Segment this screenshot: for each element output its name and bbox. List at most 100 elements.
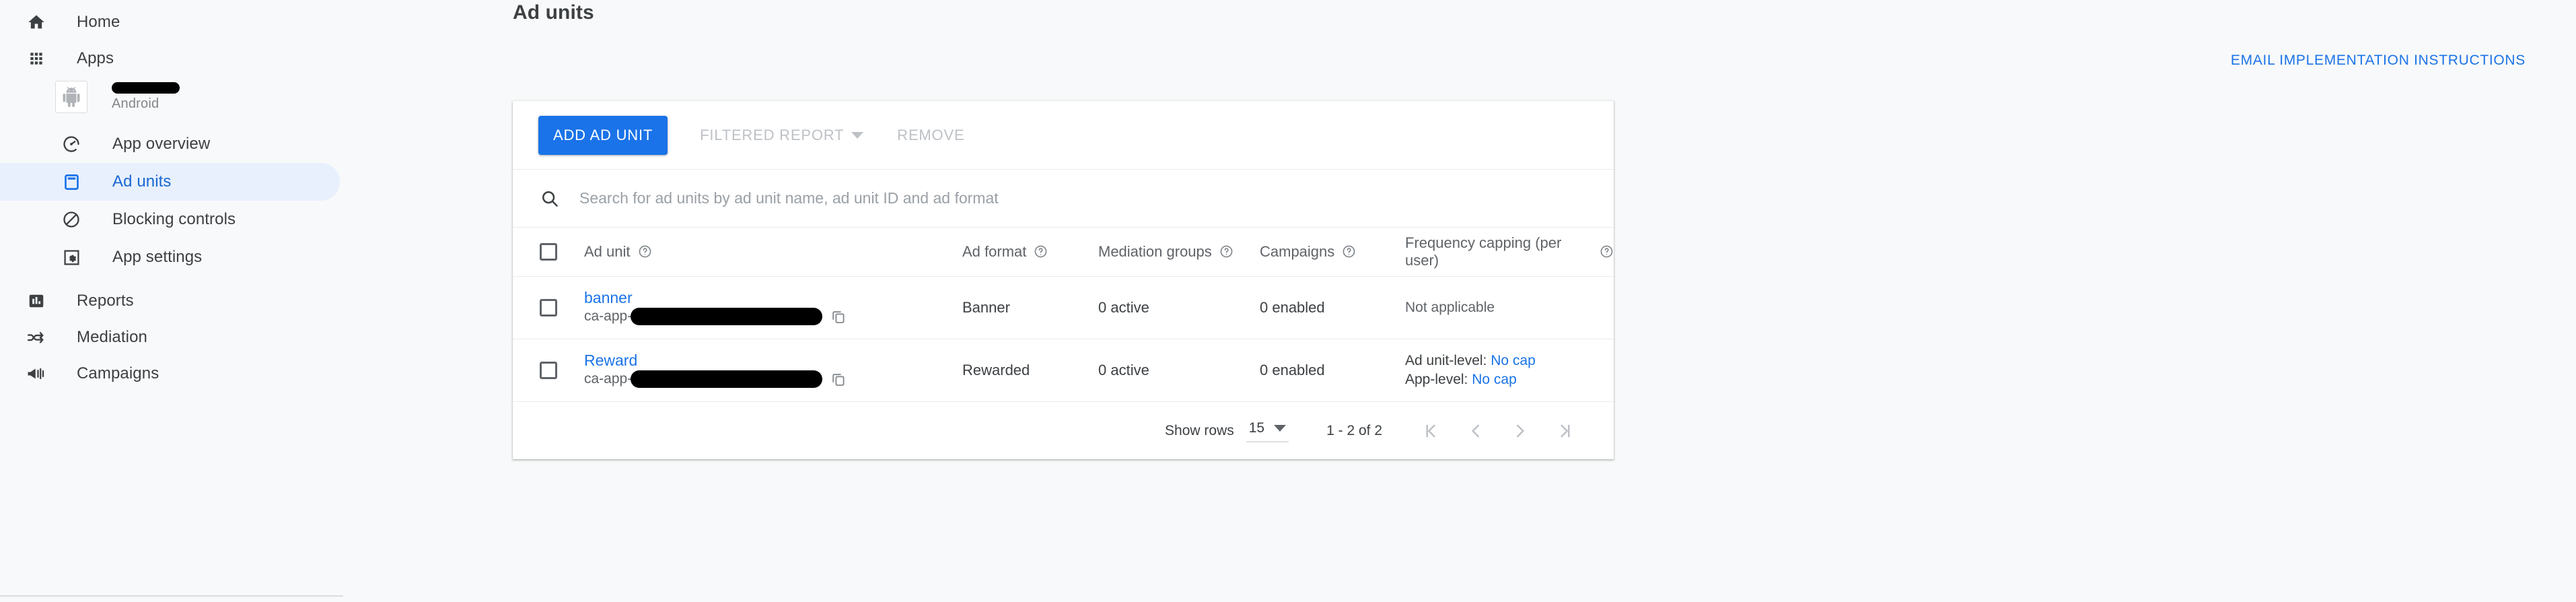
ad-unit-level-frequency: Ad unit-level: No cap xyxy=(1405,352,1614,370)
bar-chart-icon xyxy=(20,292,52,310)
app-level-value-link[interactable]: No cap xyxy=(1472,372,1517,387)
column-frequency-capping-label: Frequency capping (per user) xyxy=(1405,234,1562,269)
add-ad-unit-button[interactable]: ADD AD UNIT xyxy=(538,115,668,155)
current-app-chip[interactable]: Android xyxy=(0,79,343,121)
ad-unit-id-row: ca-app- xyxy=(584,370,962,389)
sidebar-item-ad-units-label: Ad units xyxy=(112,172,172,191)
column-frequency-capping[interactable]: Frequency capping (per user) xyxy=(1405,228,1614,276)
prev-page-icon[interactable] xyxy=(1454,409,1498,453)
row-ad-format-cell: Rewarded xyxy=(962,338,1098,401)
android-icon xyxy=(55,81,87,113)
row-campaigns-cell: 0 enabled xyxy=(1260,338,1405,401)
sidebar-item-campaigns[interactable]: Campaigns xyxy=(0,356,343,392)
row-checkbox[interactable] xyxy=(540,298,557,316)
sidebar-divider xyxy=(0,595,343,597)
ad-unit-id-prefix: ca-app- xyxy=(584,308,633,325)
adsense-admob-ad-units-page: Home Apps Android App overview Ad units … xyxy=(0,0,2576,602)
copy-icon[interactable] xyxy=(830,308,847,325)
table-header-row: Ad unit Ad format Mediation groups Campa… xyxy=(513,228,1614,276)
search-icon xyxy=(540,189,563,209)
help-icon[interactable] xyxy=(1034,244,1048,259)
row-frequency-capping-cell: Not applicable xyxy=(1405,275,1614,339)
email-implementation-instructions-link[interactable]: EMAIL IMPLEMENTATION INSTRUCTIONS xyxy=(2231,53,2526,69)
help-icon[interactable] xyxy=(1342,244,1356,259)
remove-button[interactable]: REMOVE xyxy=(885,116,976,155)
megaphone-icon xyxy=(20,364,52,384)
sidebar-item-apps[interactable]: Apps xyxy=(0,40,343,77)
column-ad-format[interactable]: Ad format xyxy=(962,228,1098,276)
sidebar-item-ad-units[interactable]: Ad units xyxy=(0,163,340,201)
row-mediation-groups-cell: 0 active xyxy=(1098,275,1260,339)
select-all-header xyxy=(513,228,584,276)
speedometer-icon xyxy=(55,135,87,154)
ad-units-table: Ad unit Ad format Mediation groups Campa… xyxy=(513,228,1614,401)
row-ad-format-cell: Banner xyxy=(962,275,1098,339)
ad-unit-name-link[interactable]: Reward xyxy=(584,352,962,369)
row-select-cell xyxy=(513,338,584,401)
ad-unit-id-row: ca-app- xyxy=(584,308,962,326)
column-campaigns-label: Campaigns xyxy=(1260,242,1335,260)
rows-per-page-select[interactable]: 15 xyxy=(1246,419,1289,442)
app-platform-label: Android xyxy=(112,96,159,111)
ad-unit-level-value-link[interactable]: No cap xyxy=(1491,353,1536,368)
block-icon xyxy=(55,210,87,229)
pagination-range-label: 1 - 2 of 2 xyxy=(1326,422,1382,438)
first-page-icon[interactable] xyxy=(1409,409,1454,453)
ad-units-card: ADD AD UNIT FILTERED REPORT REMOVE Searc… xyxy=(513,101,1614,459)
column-ad-format-label: Ad format xyxy=(962,242,1027,260)
sidebar-item-reports-label: Reports xyxy=(77,292,134,310)
sidebar-item-mediation[interactable]: Mediation xyxy=(0,319,343,356)
chevron-down-icon xyxy=(1274,425,1287,432)
row-checkbox[interactable] xyxy=(540,361,557,379)
table-row[interactable]: Reward ca-app- Rewarded 0 active 0 enabl… xyxy=(513,338,1614,401)
ad-unit-icon xyxy=(55,173,87,191)
next-page-icon[interactable] xyxy=(1498,409,1542,453)
sidebar-item-app-overview[interactable]: App overview xyxy=(0,125,340,163)
app-name-redaction xyxy=(112,82,180,94)
row-frequency-capping-cell: Ad unit-level: No cap App-level: No cap xyxy=(1405,338,1614,401)
help-icon[interactable] xyxy=(1219,244,1233,259)
sidebar-item-home[interactable]: Home xyxy=(0,4,343,40)
column-campaigns[interactable]: Campaigns xyxy=(1260,228,1405,276)
sidebar-item-reports[interactable]: Reports xyxy=(0,283,343,319)
rows-per-page-value: 15 xyxy=(1248,420,1265,436)
left-sidebar: Home Apps Android App overview Ad units … xyxy=(0,0,343,602)
ad-units-toolbar: ADD AD UNIT FILTERED REPORT REMOVE xyxy=(513,101,1614,169)
table-row[interactable]: banner ca-app- Banner 0 active 0 enabled… xyxy=(513,275,1614,339)
sidebar-item-blocking-controls[interactable]: Blocking controls xyxy=(0,201,340,238)
ad-units-search-bar xyxy=(513,169,1614,228)
column-mediation-groups[interactable]: Mediation groups xyxy=(1098,228,1260,276)
remove-label: REMOVE xyxy=(897,126,965,143)
ad-unit-id-redaction xyxy=(631,308,823,326)
apps-grid-icon xyxy=(20,50,52,67)
column-mediation-groups-label: Mediation groups xyxy=(1098,242,1212,260)
sidebar-item-campaigns-label: Campaigns xyxy=(77,364,159,382)
sidebar-item-blocking-controls-label: Blocking controls xyxy=(112,210,236,228)
row-ad-unit-cell: banner ca-app- xyxy=(584,275,962,339)
copy-icon[interactable] xyxy=(830,371,847,387)
show-rows-label: Show rows xyxy=(1165,422,1234,438)
ad-unit-id-prefix: ca-app- xyxy=(584,371,633,387)
current-app-meta: Android xyxy=(87,79,180,112)
sidebar-item-app-overview-label: App overview xyxy=(112,135,211,153)
app-level-label: App-level: xyxy=(1405,371,1468,387)
sidebar-item-home-label: Home xyxy=(77,13,120,31)
search-input[interactable] xyxy=(579,189,1522,207)
select-all-checkbox[interactable] xyxy=(540,242,557,261)
column-ad-unit-label: Ad unit xyxy=(584,242,631,260)
row-select-cell xyxy=(513,275,584,339)
filtered-report-button[interactable]: FILTERED REPORT xyxy=(688,116,875,155)
page-title: Ad units xyxy=(513,1,594,24)
last-page-icon[interactable] xyxy=(1542,409,1587,453)
ad-unit-name-link[interactable]: banner xyxy=(584,289,962,306)
help-icon[interactable] xyxy=(638,244,652,259)
column-ad-unit[interactable]: Ad unit xyxy=(584,228,962,276)
frequency-capping-text: Not applicable xyxy=(1405,299,1495,315)
sidebar-item-app-settings-label: App settings xyxy=(112,248,203,266)
table-header: Ad unit Ad format Mediation groups Campa… xyxy=(513,228,1614,276)
main-content: Ad units EMAIL IMPLEMENTATION INSTRUCTIO… xyxy=(343,0,2576,602)
row-campaigns-cell: 0 enabled xyxy=(1260,275,1405,339)
sidebar-item-app-settings[interactable]: App settings xyxy=(0,238,340,276)
settings-icon xyxy=(55,248,87,267)
help-icon[interactable] xyxy=(1600,244,1614,259)
